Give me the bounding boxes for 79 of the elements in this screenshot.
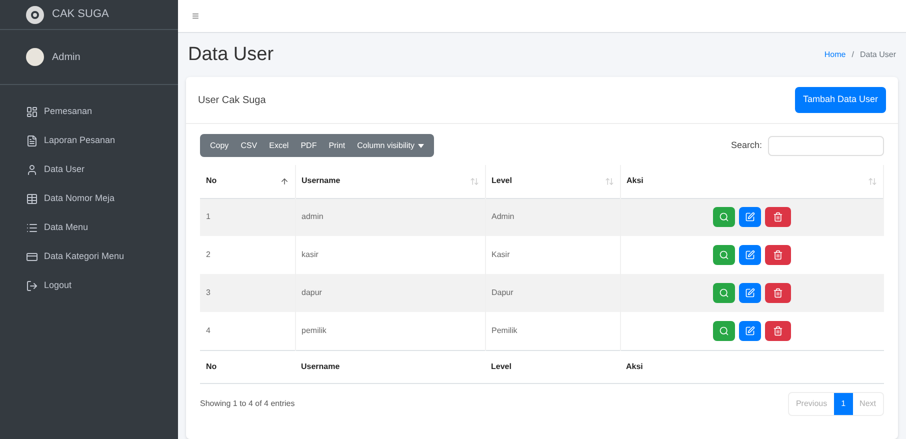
menu-button[interactable]: ≡: [192, 7, 200, 25]
table-info: Showing 1 to 4 of 4 entries: [200, 398, 295, 410]
brand-name: CAK SUGA: [52, 7, 109, 22]
edit-icon: [745, 250, 755, 260]
search-field[interactable]: [768, 136, 884, 156]
column-footer: Aksi: [620, 350, 884, 383]
grid-icon: [26, 192, 38, 204]
sidebar-item[interactable]: Data Menu: [26, 215, 152, 240]
sidebar-item[interactable]: Data User: [26, 157, 152, 182]
view-button[interactable]: [713, 283, 735, 303]
table-cell: 3: [200, 274, 295, 312]
card-icon: [26, 250, 38, 262]
trash-icon: [773, 326, 783, 336]
edit-button[interactable]: [739, 245, 761, 265]
card-title: User Cak Suga: [198, 94, 266, 108]
column-header[interactable]: No: [200, 165, 295, 198]
breadcrumb-current: Data User: [860, 49, 896, 61]
search-label: Search:: [730, 138, 762, 152]
breadcrumb-separator: /: [850, 49, 855, 61]
export-button[interactable]: Column visibility: [351, 134, 430, 157]
table-cell: dapur: [295, 274, 485, 312]
table-cell: pemilik: [295, 312, 485, 350]
edit-button[interactable]: [739, 283, 761, 303]
table-cell: 4: [200, 312, 295, 350]
delete-button[interactable]: [765, 320, 791, 341]
logout-icon: [26, 280, 38, 292]
column-header[interactable]: Username: [295, 165, 485, 198]
view-button[interactable]: [713, 320, 735, 341]
table-cell: kasir: [295, 236, 485, 274]
sidebar-item[interactable]: Pemesanan: [26, 99, 152, 124]
edit-icon: [745, 288, 755, 298]
export-button[interactable]: Copy: [204, 134, 235, 157]
document-icon: [26, 134, 38, 146]
trash-icon: [773, 288, 783, 298]
export-button[interactable]: PDF: [294, 134, 323, 157]
delete-button[interactable]: [765, 245, 791, 265]
page-button[interactable]: 1: [834, 392, 853, 414]
view-button[interactable]: [713, 207, 735, 228]
logo-icon: [26, 6, 44, 24]
search-icon: [719, 326, 729, 336]
sidebar-item[interactable]: Logout: [26, 273, 152, 298]
view-button[interactable]: [713, 245, 735, 265]
table-cell: Kasir: [485, 236, 620, 274]
edit-button[interactable]: [739, 207, 761, 228]
sidebar-item[interactable]: Data Nomor Meja: [26, 186, 152, 211]
edit-icon: [745, 212, 755, 222]
export-button[interactable]: CSV: [234, 134, 264, 157]
column-header[interactable]: Aksi: [620, 165, 884, 198]
avatar: [26, 48, 44, 66]
add-user-button[interactable]: Tambah Data User: [794, 87, 886, 113]
table-cell: Dapur: [485, 274, 620, 312]
delete-button[interactable]: [765, 283, 791, 303]
user-icon: [26, 164, 38, 176]
caret-icon: [418, 144, 424, 148]
table-cell: 1: [200, 198, 295, 236]
column-header[interactable]: Level: [485, 165, 620, 198]
table-cell: Admin: [485, 198, 620, 236]
page-title: Data User: [188, 42, 274, 67]
breadcrumb-link[interactable]: Home: [824, 49, 846, 61]
export-button[interactable]: Excel: [263, 134, 295, 157]
table-cell: admin: [295, 198, 485, 236]
table-cell: 2: [200, 236, 295, 274]
export-button[interactable]: Print: [322, 134, 352, 157]
dashboard-icon: [26, 106, 38, 118]
edit-icon: [745, 326, 755, 336]
search-icon: [719, 250, 729, 260]
column-footer: Level: [485, 350, 620, 383]
sidebar-item[interactable]: Laporan Pesanan: [26, 128, 152, 153]
search-icon: [719, 288, 729, 298]
delete-button[interactable]: [765, 207, 791, 228]
column-footer: No: [200, 350, 295, 383]
user-name: Admin: [52, 50, 80, 64]
edit-button[interactable]: [739, 320, 761, 341]
table-cell: Pemilik: [485, 312, 620, 350]
sidebar-item[interactable]: Data Kategori Menu: [26, 244, 152, 269]
trash-icon: [773, 212, 783, 222]
search-icon: [719, 212, 729, 222]
trash-icon: [773, 250, 783, 260]
column-footer: Username: [295, 350, 485, 383]
